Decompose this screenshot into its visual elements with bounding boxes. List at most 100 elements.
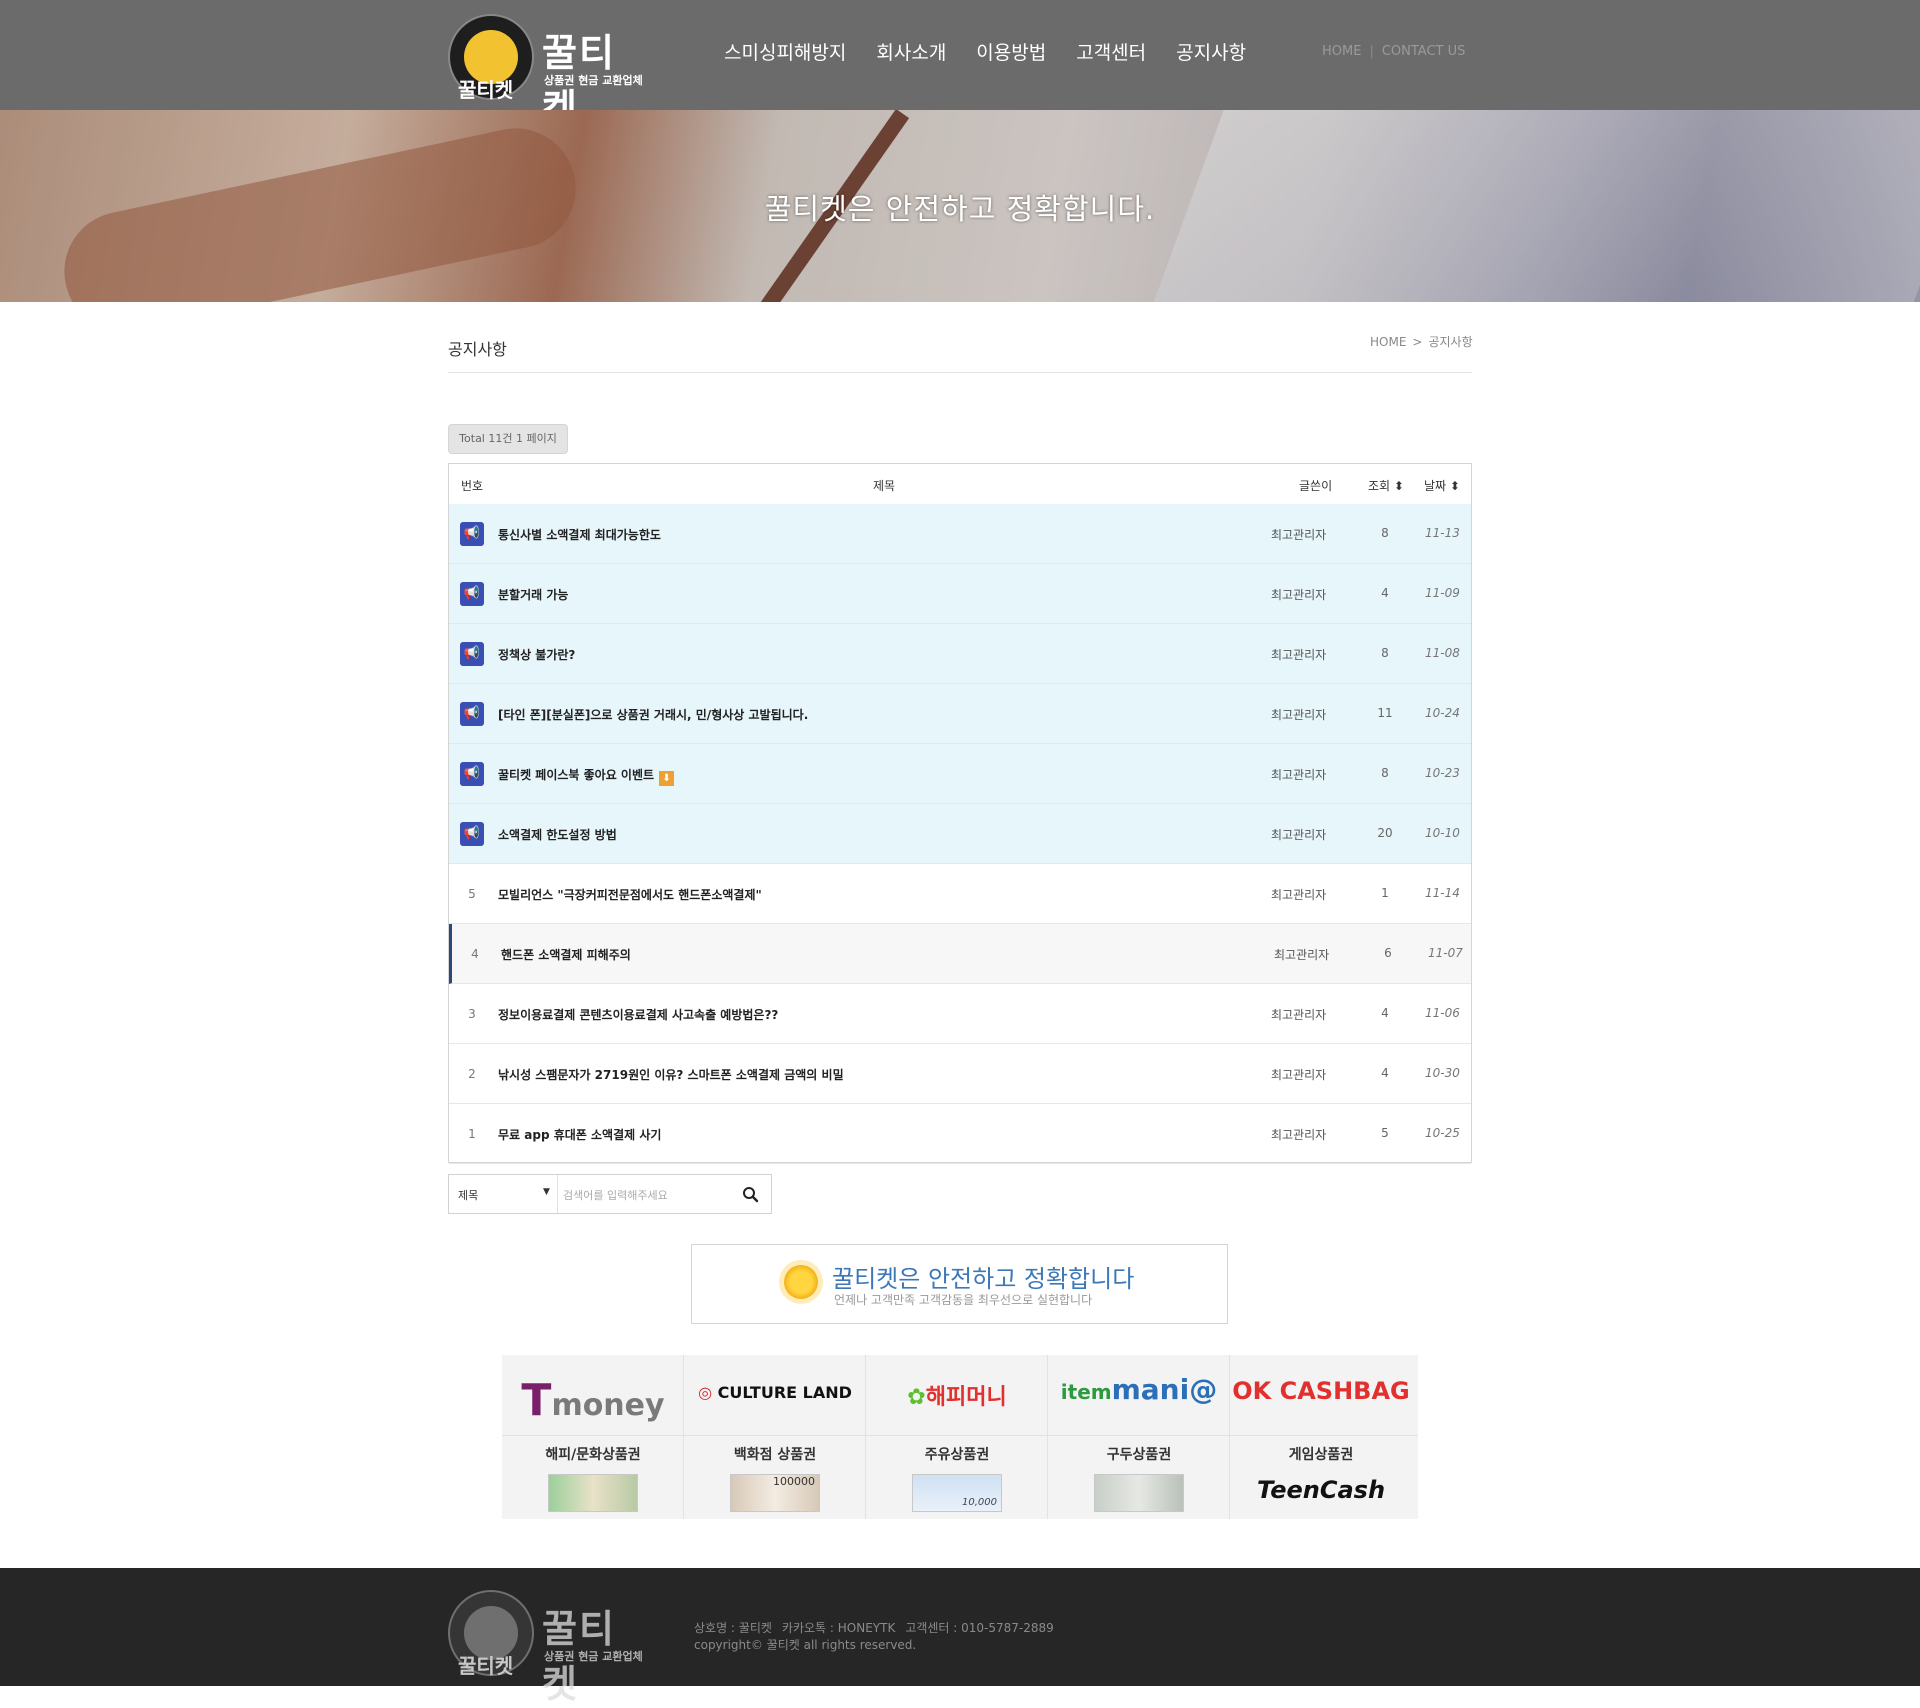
- row-subject-text: 분할거래 가능: [498, 588, 569, 602]
- board-header: 번호 제목 글쓴이 조회 ⬍ 날짜 ⬍: [449, 464, 1471, 505]
- row-subject-text: 핸드폰 소액결제 피해주의: [501, 948, 631, 962]
- table-row[interactable]: 📢 정책상 불가란? 최고관리자 8 11-08: [449, 624, 1471, 684]
- logo-ring-text: 꿀티켓: [458, 1654, 514, 1678]
- voucher-department[interactable]: 백화점 상품권 100000: [684, 1436, 866, 1519]
- table-row[interactable]: 5 모빌리언스 "극장커피전문점에서도 핸드폰소액결제" 최고관리자 1 11-14: [449, 864, 1471, 924]
- row-subject-text: 정책상 불가란?: [498, 648, 576, 662]
- table-row[interactable]: 2 낚시성 스팸문자가 2719원인 이유? 스마트폰 소액결제 금액의 비밀 최고…: [449, 1044, 1471, 1104]
- teencash-logo: TeenCash: [1256, 1476, 1386, 1504]
- row-date: 11-09: [1425, 586, 1460, 600]
- row-date: 10-25: [1425, 1126, 1460, 1140]
- row-hits: 4: [1381, 1006, 1389, 1020]
- column-subject: 제목: [873, 479, 896, 493]
- promo-banner: 꿀티켓은 안전하고 정확합니다 언제나 고객만족 고객감동을 최우선으로 실현합…: [691, 1244, 1228, 1324]
- column-date-sort[interactable]: 날짜 ⬍: [1424, 477, 1460, 494]
- voucher-happy-culture[interactable]: 해피/문화상품권: [502, 1436, 684, 1519]
- nav-item-smishing[interactable]: 스미싱피해방지: [724, 38, 846, 65]
- table-row[interactable]: 4 핸드폰 소액결제 피해주의 최고관리자 6 11-07: [449, 924, 1471, 984]
- row-hits: 8: [1381, 766, 1389, 780]
- site-logo[interactable]: 꿀티켓 꿀티켓 상품권 현금 교환업체: [448, 14, 648, 130]
- column-hits: 조회: [1368, 479, 1391, 493]
- row-subject[interactable]: 핸드폰 소액결제 피해주의: [501, 946, 631, 963]
- voucher-category: 게임상품권: [1288, 1447, 1354, 1463]
- search-field-select[interactable]: 제목 ▼: [449, 1175, 558, 1213]
- row-subject[interactable]: 낚시성 스팸문자가 2719원인 이유? 스마트폰 소액결제 금액의 비밀: [498, 1066, 844, 1083]
- sort-icon: ⬍: [1449, 479, 1460, 493]
- partner-okcashbag[interactable]: OK CASHBAG: [1230, 1355, 1412, 1435]
- breadcrumb-home[interactable]: HOME: [1370, 335, 1406, 349]
- row-writer: 최고관리자: [1274, 948, 1330, 962]
- footer-info: 상호명 : 꿀티켓 카카오톡 : HONEYTK 고객센터 : 010-5787-2…: [694, 1620, 1064, 1654]
- row-subject-text: 통신사별 소액결제 최대가능한도: [498, 528, 661, 542]
- breadcrumb: HOME > 공지사항: [1370, 333, 1473, 350]
- itemmania-logo: itemmani@: [1048, 1373, 1230, 1406]
- banner-slogan: 꿀티켓은 안전하고 정확합니다.: [764, 192, 1156, 226]
- table-row[interactable]: 📢 [타인 폰][분실폰]으로 상품권 거래시, 민/형사상 고발됩니다. 최고관리…: [449, 684, 1471, 744]
- voucher-shoes[interactable]: 구두상품권: [1048, 1436, 1230, 1519]
- voucher-game[interactable]: 게임상품권 TeenCash: [1230, 1436, 1412, 1519]
- search-field-value: 제목: [458, 1189, 479, 1202]
- chevron-down-icon: ▼: [543, 1187, 550, 1197]
- row-writer: 최고관리자: [1271, 648, 1327, 662]
- tmoney-logo: Tmoney: [502, 1375, 684, 1426]
- megaphone-icon: 📢: [460, 822, 484, 846]
- voucher-category: 백화점 상품권: [733, 1447, 817, 1463]
- search-icon: [743, 1187, 759, 1203]
- partner-itemmania[interactable]: itemmani@: [1048, 1355, 1230, 1435]
- hero-banner: 꿀티켓은 안전하고 정확합니다.: [0, 110, 1920, 302]
- row-writer: 최고관리자: [1271, 888, 1327, 902]
- footer-logo: 꿀티켓 꿀티켓 상품권 현금 교환업체: [448, 1590, 648, 1706]
- cultureland-logo-mark: ◎: [698, 1383, 718, 1402]
- table-row[interactable]: 📢 분할거래 가능 최고관리자 4 11-09: [449, 564, 1471, 624]
- megaphone-icon: 📢: [460, 762, 484, 786]
- divider: [448, 372, 1472, 373]
- partner-tmoney[interactable]: Tmoney: [502, 1355, 684, 1435]
- contact-link[interactable]: CONTACT US: [1382, 44, 1466, 59]
- row-date: 11-07: [1428, 946, 1463, 960]
- nav-item-about[interactable]: 회사소개: [876, 38, 946, 65]
- promo-title: 꿀티켓은 안전하고 정확합니다: [832, 1265, 1135, 1293]
- itemmania-logo-text: mani@: [1111, 1373, 1218, 1406]
- row-date: 11-13: [1425, 526, 1460, 540]
- nav-item-howto[interactable]: 이용방법: [976, 38, 1046, 65]
- nav-item-support[interactable]: 고객센터: [1076, 38, 1146, 65]
- search-input[interactable]: [561, 1181, 735, 1209]
- sun-icon: [784, 1265, 818, 1299]
- nav-item-notice[interactable]: 공지사항: [1176, 38, 1246, 65]
- row-subject[interactable]: 정보이용료결제 콘텐츠이용료결제 사고속출 예방법은??: [498, 1006, 778, 1023]
- table-row[interactable]: 📢 소액결제 한도설정 방법 최고관리자 20 10-10: [449, 804, 1471, 864]
- logo-ring-text: 꿀티켓: [458, 78, 514, 102]
- table-row[interactable]: 📢 통신사별 소액결제 최대가능한도 최고관리자 8 11-13: [449, 504, 1471, 564]
- row-number: 4: [471, 947, 479, 961]
- happymoney-logo-mark: ✿: [907, 1385, 926, 1410]
- row-subject[interactable]: 분할거래 가능: [498, 586, 568, 603]
- search-button[interactable]: [739, 1183, 763, 1207]
- row-subject-text: 소액결제 한도설정 방법: [498, 828, 617, 842]
- table-row[interactable]: 📢 꿀티켓 페이스북 좋아요 이벤트 ⬇ 최고관리자 8 10-23: [449, 744, 1471, 804]
- row-subject[interactable]: 꿀티켓 페이스북 좋아요 이벤트 ⬇: [498, 766, 675, 786]
- voucher-fuel[interactable]: 주유상품권 10,000: [866, 1436, 1048, 1519]
- row-writer: 최고관리자: [1271, 528, 1327, 542]
- total-count-badge: Total 11건 1 페이지: [448, 424, 568, 454]
- logo-emblem: 꿀티켓: [448, 1590, 534, 1678]
- row-hits: 8: [1381, 646, 1389, 660]
- row-subject-text: 꿀티켓 페이스북 좋아요 이벤트: [498, 768, 655, 782]
- row-subject[interactable]: 모빌리언스 "극장커피전문점에서도 핸드폰소액결제": [498, 886, 762, 903]
- home-link[interactable]: HOME: [1322, 44, 1361, 59]
- row-subject[interactable]: 정책상 불가란?: [498, 646, 575, 663]
- sort-icon: ⬍: [1393, 479, 1404, 493]
- column-hits-sort[interactable]: 조회 ⬍: [1368, 477, 1404, 494]
- row-subject[interactable]: 통신사별 소액결제 최대가능한도: [498, 526, 661, 543]
- row-writer: 최고관리자: [1271, 1128, 1327, 1142]
- row-subject[interactable]: 무료 app 휴대폰 소액결제 사기: [498, 1126, 661, 1143]
- table-row[interactable]: 1 무료 app 휴대폰 소액결제 사기 최고관리자 5 10-25: [449, 1104, 1471, 1164]
- row-subject[interactable]: 소액결제 한도설정 방법: [498, 826, 617, 843]
- row-subject[interactable]: [타인 폰][분실폰]으로 상품권 거래시, 민/형사상 고발됩니다.: [498, 706, 808, 723]
- row-writer: 최고관리자: [1271, 708, 1327, 722]
- partner-happymoney[interactable]: ✿해피머니: [866, 1355, 1048, 1435]
- partner-cultureland[interactable]: ◎ CULTURE LAND: [684, 1355, 866, 1435]
- table-row[interactable]: 3 정보이용료결제 콘텐츠이용료결제 사고속출 예방법은?? 최고관리자 4 11-06: [449, 984, 1471, 1044]
- top-links: HOME | CONTACT US: [1322, 44, 1465, 59]
- partner-grid: Tmoney ◎ CULTURE LAND ✿해피머니 itemmani@ OK…: [502, 1355, 1418, 1519]
- voucher-image: 100000: [730, 1474, 820, 1512]
